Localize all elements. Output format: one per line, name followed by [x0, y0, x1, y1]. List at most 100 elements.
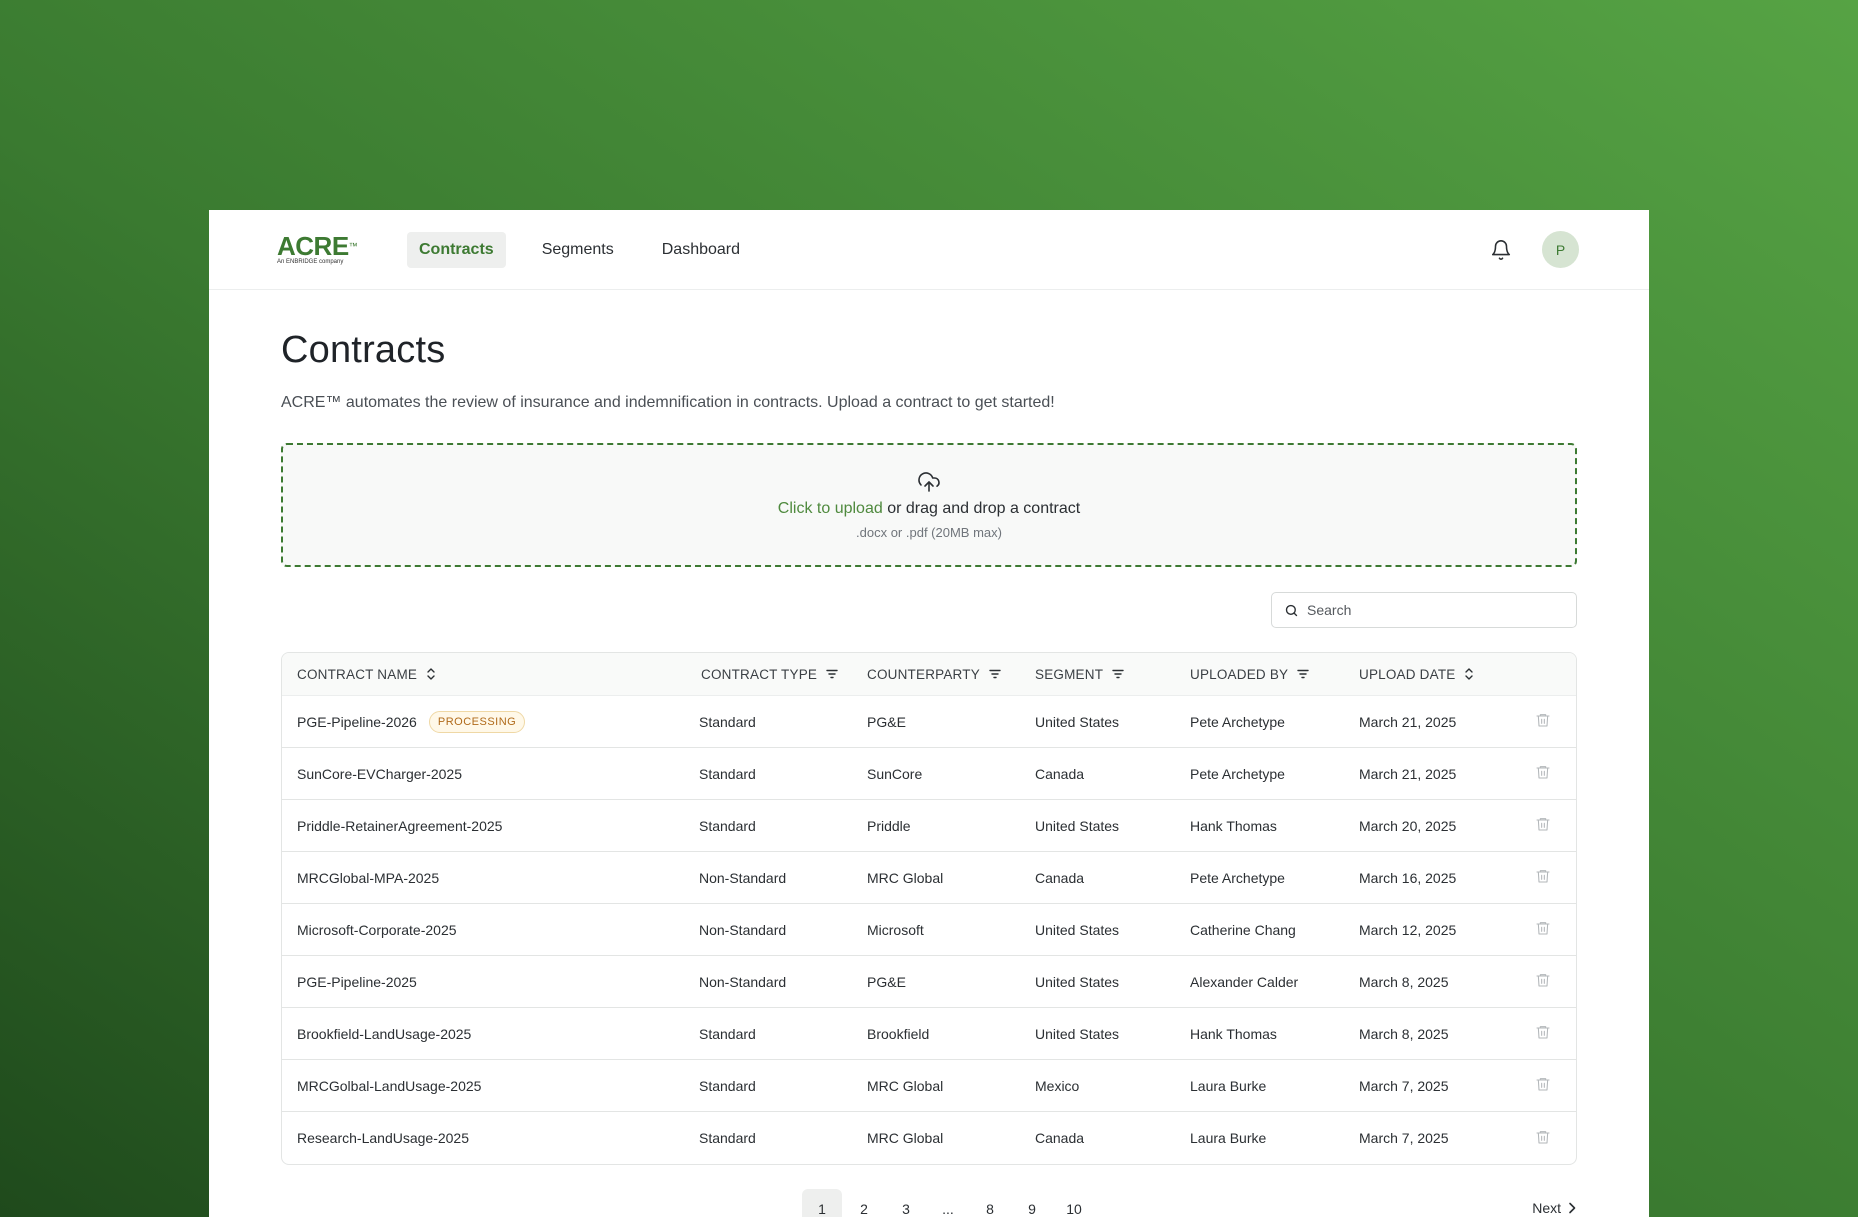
- app-window: ACRE™ An ENBRIDGE company Contracts Segm…: [209, 210, 1649, 1217]
- trash-icon[interactable]: [1535, 868, 1551, 887]
- table-row[interactable]: MRCGlobal-MPA-2025 Non-Standard MRC Global…: [282, 852, 1576, 904]
- cell-upload-date: March 12, 2025: [1359, 921, 1457, 938]
- contract-name-link[interactable]: PGE-Pipeline-2025: [297, 974, 417, 990]
- cell-delete: [1535, 972, 1575, 991]
- sort-icon[interactable]: [426, 668, 436, 680]
- table-body: PGE-Pipeline-2026 PROCESSING Standard PG&E U…: [282, 696, 1576, 1164]
- header-uploaded-by[interactable]: UPLOADED BY: [1190, 667, 1359, 682]
- search-input[interactable]: [1307, 602, 1557, 618]
- cell-contract-type: Standard: [699, 1130, 756, 1146]
- nav-contracts[interactable]: Contracts: [407, 231, 506, 268]
- page-button[interactable]: 9: [1012, 1189, 1052, 1217]
- nav-segments[interactable]: Segments: [530, 232, 626, 268]
- filter-icon[interactable]: [1112, 669, 1124, 679]
- cell-upload-date: March 21, 2025: [1359, 765, 1457, 782]
- table-row[interactable]: Brookfield-LandUsage-2025 Standard Brookfi…: [282, 1008, 1576, 1060]
- cell-counterparty: Brookfield: [867, 1025, 930, 1042]
- header-contract-type[interactable]: CONTRACT TYPE: [699, 667, 867, 682]
- pagination: 1 2 3... 8 9 10 Next: [281, 1189, 1577, 1217]
- table-row[interactable]: SunCore-EVCharger-2025 Standard SunCore Can…: [282, 748, 1576, 800]
- contract-name-link[interactable]: MRCGolbal-LandUsage-2025: [297, 1078, 481, 1094]
- cell-counterparty: MRC Global: [867, 1077, 944, 1094]
- page-button[interactable]: 8: [970, 1189, 1010, 1217]
- upload-dropzone[interactable]: Click to upload or drag and drop a contr…: [281, 443, 1577, 567]
- cell-segment: United States: [1035, 817, 1120, 834]
- cell-contract-name: MRCGolbal-LandUsage-2025: [282, 1078, 699, 1094]
- table-row[interactable]: Microsoft-Corporate-2025 Non-Standard Micr…: [282, 904, 1576, 956]
- contract-name-link[interactable]: MRCGlobal-MPA-2025: [297, 870, 439, 886]
- search-row: [281, 592, 1577, 628]
- trash-icon[interactable]: [1535, 712, 1551, 731]
- page-button[interactable]: 1: [802, 1189, 842, 1217]
- table-row[interactable]: Priddle-RetainerAgreement-2025 Standard Pr…: [282, 800, 1576, 852]
- acre-logo[interactable]: ACRE™ An ENBRIDGE company: [277, 230, 363, 266]
- cell-contract-name: PGE-Pipeline-2025: [282, 974, 699, 990]
- cell-uploaded-by: Pete Archetype: [1190, 765, 1285, 782]
- search-box[interactable]: [1271, 592, 1577, 628]
- notifications-bell-icon[interactable]: [1488, 237, 1514, 263]
- header-counterparty[interactable]: COUNTERPARTY: [867, 667, 1035, 682]
- cell-segment: United States: [1035, 1025, 1120, 1042]
- contract-name-link[interactable]: Microsoft-Corporate-2025: [297, 922, 457, 938]
- cell-uploaded-by: Alexander Calder: [1190, 973, 1299, 990]
- cell-uploaded-by: Laura Burke: [1190, 1130, 1267, 1146]
- user-avatar[interactable]: P: [1542, 231, 1579, 268]
- cloud-upload-icon: [918, 472, 940, 492]
- cell-segment: Canada: [1035, 765, 1085, 782]
- contract-name-link[interactable]: Research-LandUsage-2025: [297, 1130, 469, 1146]
- contract-name-link[interactable]: PGE-Pipeline-2026: [297, 714, 417, 730]
- contract-name-link[interactable]: Priddle-RetainerAgreement-2025: [297, 818, 502, 834]
- cell-upload-date: March 8, 2025: [1359, 973, 1449, 990]
- trash-icon[interactable]: [1535, 920, 1551, 939]
- table-row[interactable]: PGE-Pipeline-2025 Non-Standard PG&E United …: [282, 956, 1576, 1008]
- cell-segment: United States: [1035, 973, 1120, 990]
- trash-icon[interactable]: [1535, 1076, 1551, 1095]
- header-segment[interactable]: SEGMENT: [1035, 667, 1190, 682]
- sort-icon[interactable]: [1464, 668, 1474, 680]
- page-ellipsis: ...: [942, 1201, 954, 1217]
- contract-name-link[interactable]: SunCore-EVCharger-2025: [297, 766, 462, 782]
- table-row[interactable]: PGE-Pipeline-2026 PROCESSING Standard PG&E U…: [282, 696, 1576, 748]
- trash-icon[interactable]: [1535, 1129, 1551, 1148]
- cell-counterparty: Priddle: [867, 817, 911, 834]
- next-page-button[interactable]: Next: [1532, 1200, 1577, 1216]
- cell-contract-type: Non-Standard: [699, 973, 787, 990]
- logo-wordmark: ACRE™: [277, 230, 363, 261]
- cell-upload-date: March 21, 2025: [1359, 713, 1457, 730]
- cell-contract-name: MRCGlobal-MPA-2025: [282, 870, 699, 886]
- cell-uploaded-by: Laura Burke: [1190, 1077, 1267, 1094]
- table-row[interactable]: MRCGolbal-LandUsage-2025 Standard MRC Glob…: [282, 1060, 1576, 1112]
- contracts-table: CONTRACT NAME CONTRACT TYPE COUNTERPARTY…: [281, 652, 1577, 1165]
- cell-counterparty: PG&E: [867, 973, 906, 990]
- cell-upload-date: March 7, 2025: [1359, 1077, 1449, 1094]
- page-button[interactable]: 2: [844, 1189, 884, 1217]
- contract-name-link[interactable]: Brookfield-LandUsage-2025: [297, 1026, 471, 1042]
- logo-text: ACRE: [277, 230, 349, 261]
- header-upload-date[interactable]: UPLOAD DATE: [1359, 667, 1535, 682]
- cell-counterparty: SunCore: [867, 765, 923, 782]
- trash-icon[interactable]: [1535, 1024, 1551, 1043]
- table-row[interactable]: Research-LandUsage-2025 Standard MRC Globa…: [282, 1112, 1576, 1164]
- header-contract-name[interactable]: CONTRACT NAME: [282, 667, 699, 682]
- trash-icon[interactable]: [1535, 816, 1551, 835]
- cell-upload-date: March 16, 2025: [1359, 869, 1457, 886]
- filter-icon[interactable]: [1297, 669, 1309, 679]
- cell-segment: United States: [1035, 921, 1120, 938]
- page-button[interactable]: 10: [1054, 1189, 1094, 1217]
- cell-contract-type: Standard: [699, 817, 756, 834]
- cell-counterparty: MRC Global: [867, 1130, 944, 1146]
- trash-icon[interactable]: [1535, 764, 1551, 783]
- main-content: Contracts ACRE™ automates the review of …: [209, 329, 1649, 1217]
- filter-icon[interactable]: [989, 669, 1001, 679]
- cell-contract-type: Non-Standard: [699, 921, 787, 938]
- page-button[interactable]: 3: [886, 1189, 926, 1217]
- cell-contract-name: Priddle-RetainerAgreement-2025: [282, 818, 699, 834]
- click-to-upload-link[interactable]: Click to upload: [778, 500, 883, 517]
- trash-icon[interactable]: [1535, 972, 1551, 991]
- cell-contract-type: Standard: [699, 1077, 756, 1094]
- logo-tm: ™: [348, 240, 358, 251]
- filter-icon[interactable]: [826, 669, 838, 679]
- cell-segment: Mexico: [1035, 1077, 1080, 1094]
- nav-dashboard[interactable]: Dashboard: [650, 232, 752, 268]
- page-subtitle: ACRE™ automates the review of insurance …: [281, 394, 1055, 411]
